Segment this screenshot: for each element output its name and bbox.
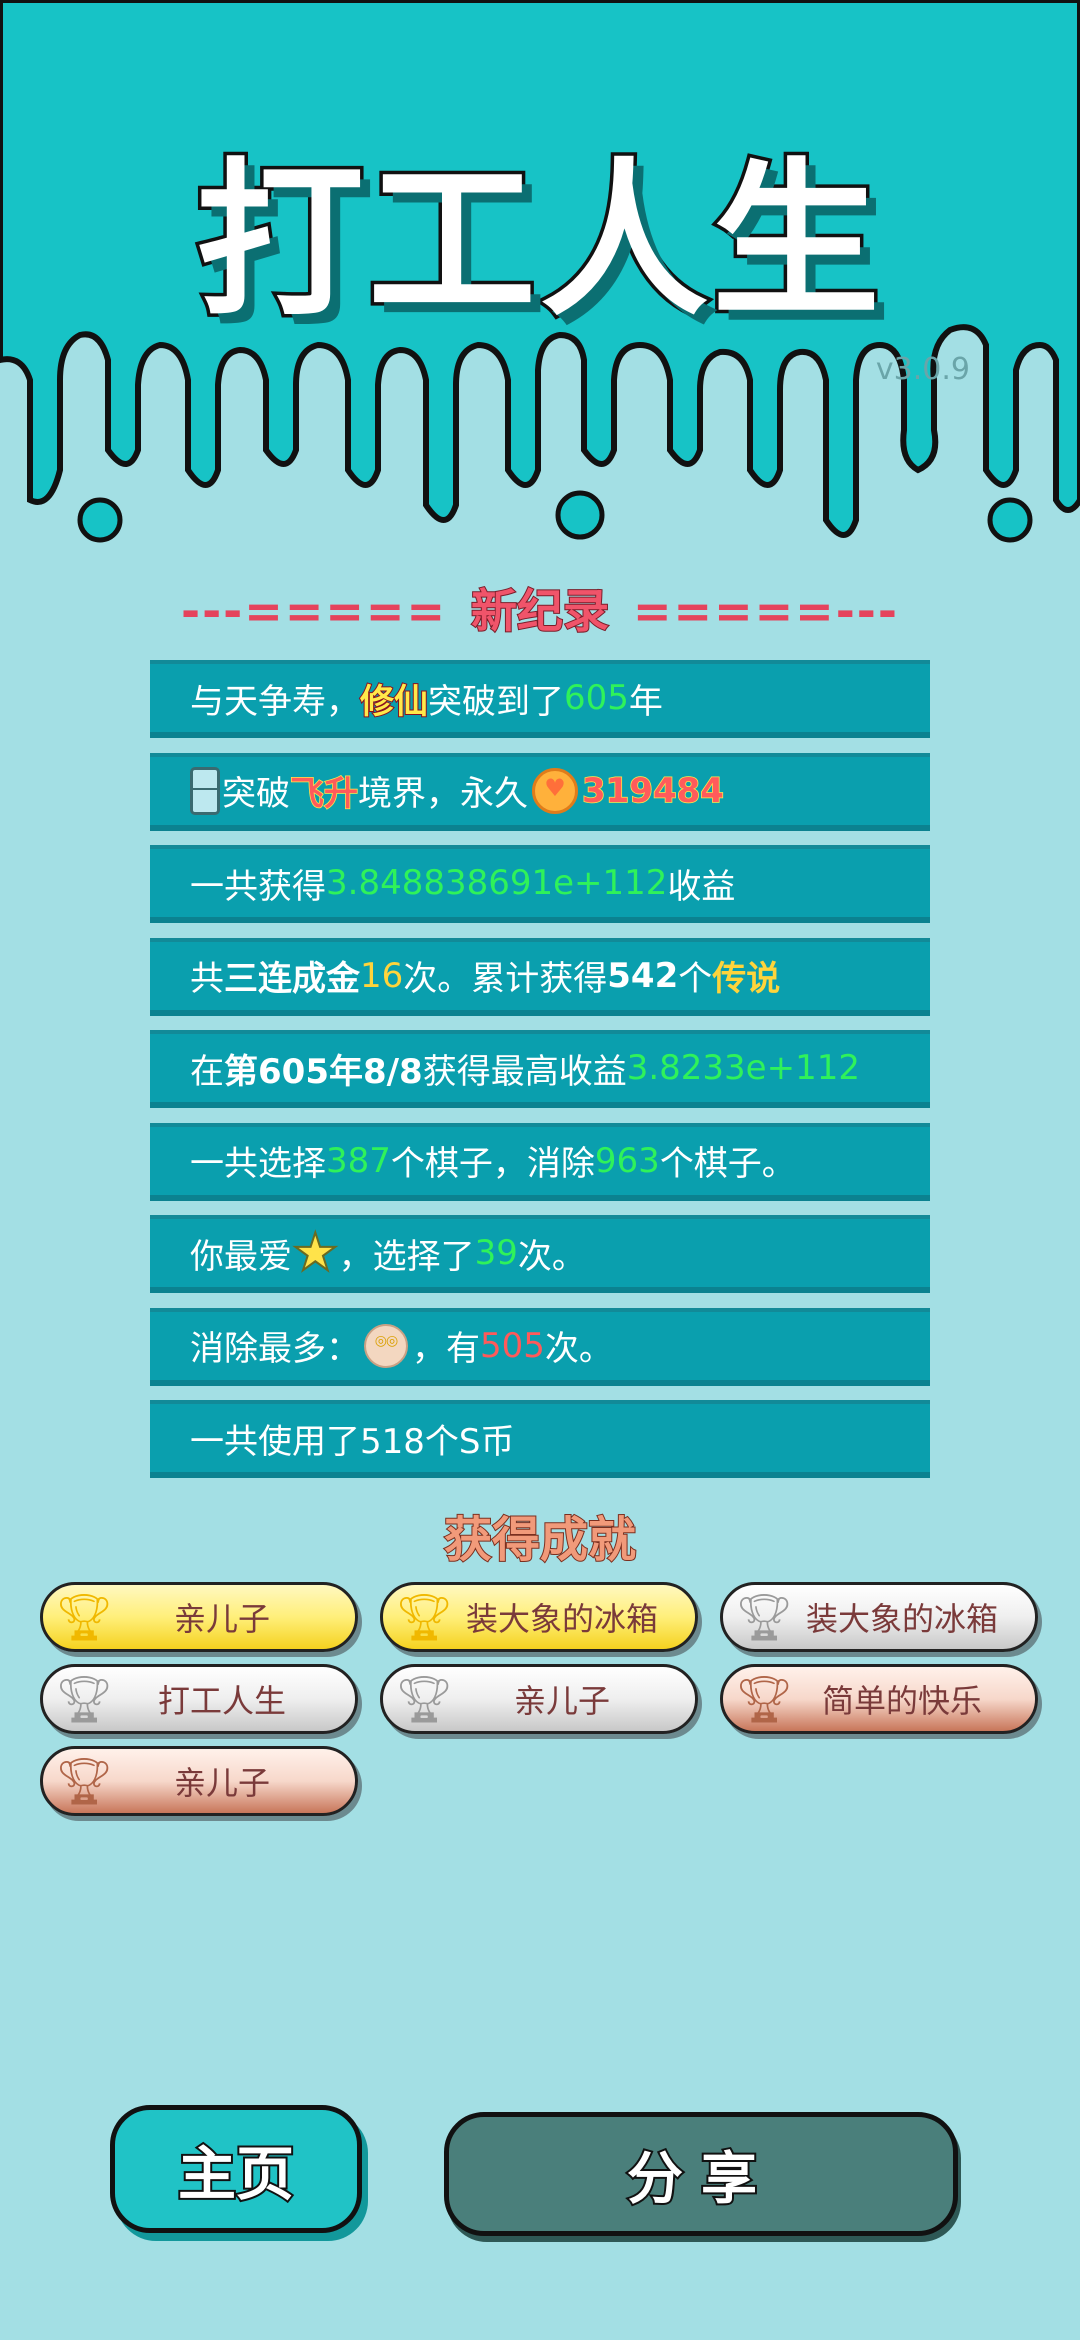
stat-text: 个棋子。 xyxy=(659,1144,796,1184)
record-deco-left: ---===== xyxy=(181,584,447,638)
stat-row-ascension: 突破飞升境界，永久 319484 xyxy=(150,752,930,831)
achievement-name: 装大象的冰箱 xyxy=(805,1600,998,1638)
stat-text: 消除最多： xyxy=(190,1329,360,1369)
achievement-name: 亲儿子 xyxy=(173,1600,270,1638)
stat-text: 与天争寿， xyxy=(190,681,360,722)
trophy-icon: 🏆︎ xyxy=(395,1672,454,1726)
stat-text: 次。累计获得 xyxy=(403,959,608,999)
trophy-icon: 🏆︎ xyxy=(55,1754,114,1808)
achievement-name: 亲儿子 xyxy=(173,1764,270,1802)
stat-highlight: 传说 xyxy=(712,959,781,999)
achievement-badge[interactable]: 🏆︎ 装大象的冰箱 xyxy=(380,1582,698,1652)
achievements-title: 获得成就 xyxy=(443,1511,637,1569)
fridge-icon xyxy=(190,766,220,815)
stat-number: 16 xyxy=(360,955,404,996)
achievement-badge[interactable]: 🏆︎ 打工人生 xyxy=(40,1664,358,1734)
stat-number: 963 xyxy=(594,1140,660,1181)
achievement-name: 装大象的冰箱 xyxy=(465,1600,658,1638)
stat-bold: 542 xyxy=(607,955,679,996)
trophy-icon: 🏆︎ xyxy=(735,1590,794,1644)
achievement-name: 亲儿子 xyxy=(513,1682,610,1720)
trophy-icon: 🏆︎ xyxy=(55,1672,114,1726)
stat-text: 个 xyxy=(678,959,713,999)
stat-number: 39 xyxy=(474,1233,518,1273)
stat-number: 605 xyxy=(564,678,629,718)
game-title: 打工人生 xyxy=(193,140,884,343)
stat-row-best-income: 在 第605年8/8 获得最高收益 3.8233e+112 xyxy=(150,1030,930,1108)
stat-text: 你最爱 xyxy=(190,1236,292,1277)
stat-number: 387 xyxy=(326,1140,391,1181)
stat-bold: 三连成金 xyxy=(224,959,360,999)
achievement-badge[interactable]: 🏆︎ 亲儿子 xyxy=(40,1582,358,1652)
achievement-badge[interactable]: 🏆︎ 亲儿子 xyxy=(380,1664,698,1734)
old-man-face-icon xyxy=(364,1323,408,1368)
stat-highlight: 飞升 xyxy=(289,773,359,815)
record-title: 新纪录 xyxy=(470,583,610,639)
stat-text: 次。 xyxy=(517,1236,586,1277)
stat-text: ，有 xyxy=(412,1329,480,1369)
stats-list: 与天争寿，修仙突破到了605年 突破飞升境界，永久 319484 一共获得3.84… xyxy=(150,660,930,1493)
stat-number: 3.848838691e+112 xyxy=(326,863,668,903)
star-icon: ★ xyxy=(291,1223,340,1283)
stat-text: 次。 xyxy=(544,1329,613,1369)
stat-number: 505 xyxy=(480,1325,545,1366)
stat-row-favorite: 你最爱 ★ ，选择了 39 次。 xyxy=(150,1215,930,1293)
stat-row-triple-gold: 共三连成金 16 次。累计获得 542 个传说 xyxy=(150,937,930,1016)
stat-text: ，选择了 xyxy=(338,1236,475,1277)
trophy-icon: 🏆︎ xyxy=(735,1672,794,1726)
stat-text: 年 xyxy=(628,681,663,722)
stat-text: 共 xyxy=(190,959,224,999)
stat-text: 境界，永久 xyxy=(358,774,528,814)
share-button[interactable]: 分享 xyxy=(444,2112,958,2236)
heart-coin-icon xyxy=(532,767,578,814)
trophy-icon: 🏆︎ xyxy=(395,1590,454,1644)
stat-row-most-eliminated: 消除最多： ，有505次。 xyxy=(150,1307,930,1386)
stat-number: 319484 xyxy=(581,770,724,812)
trophy-icon: 🏆︎ xyxy=(55,1590,114,1644)
stat-bold: 第605年8/8 xyxy=(224,1051,423,1092)
stat-text: 收益 xyxy=(667,866,736,907)
stat-text: 一共选择 xyxy=(190,1144,326,1184)
header-banner: 打工人生 v3.0.9 xyxy=(0,0,1080,560)
stat-highlight: 修仙 xyxy=(359,681,429,723)
achievement-badge[interactable]: 🏆︎ 亲儿子 xyxy=(40,1746,358,1816)
record-deco-right: =====--- xyxy=(633,584,899,638)
achievement-badge[interactable]: 🏆︎ 简单的快乐 xyxy=(720,1664,1038,1734)
stat-text: 在 xyxy=(190,1051,224,1092)
stat-row-coins-used: 一共使用了518个S币 xyxy=(150,1400,930,1478)
home-button[interactable]: 主页 xyxy=(110,2105,362,2233)
stat-number: 3.8233e+112 xyxy=(626,1048,860,1088)
stat-text: 一共使用了518个S币 xyxy=(190,1421,515,1462)
stat-text: 突破到了 xyxy=(428,681,564,722)
stat-row-cultivation: 与天争寿， 修仙 突破到了 605 年 xyxy=(150,660,930,738)
achievement-name: 打工人生 xyxy=(157,1682,286,1720)
stat-row-total-income: 一共获得 3.848838691e+112 收益 xyxy=(150,845,930,923)
stat-text: 获得最高收益 xyxy=(422,1051,627,1092)
achievement-name: 简单的快乐 xyxy=(821,1682,982,1720)
achievement-badge[interactable]: 🏆︎ 装大象的冰箱 xyxy=(720,1582,1038,1652)
stat-text: 一共获得 xyxy=(190,866,326,907)
new-record-heading: ---===== 新纪录 =====--- xyxy=(0,575,1080,641)
version-label: v3.0.9 xyxy=(875,352,970,387)
stat-row-pieces: 一共选择 387 个棋子，消除 963 个棋子。 xyxy=(150,1122,930,1201)
stat-text: 突破 xyxy=(222,774,290,814)
stat-text: 个棋子，消除 xyxy=(390,1144,595,1184)
